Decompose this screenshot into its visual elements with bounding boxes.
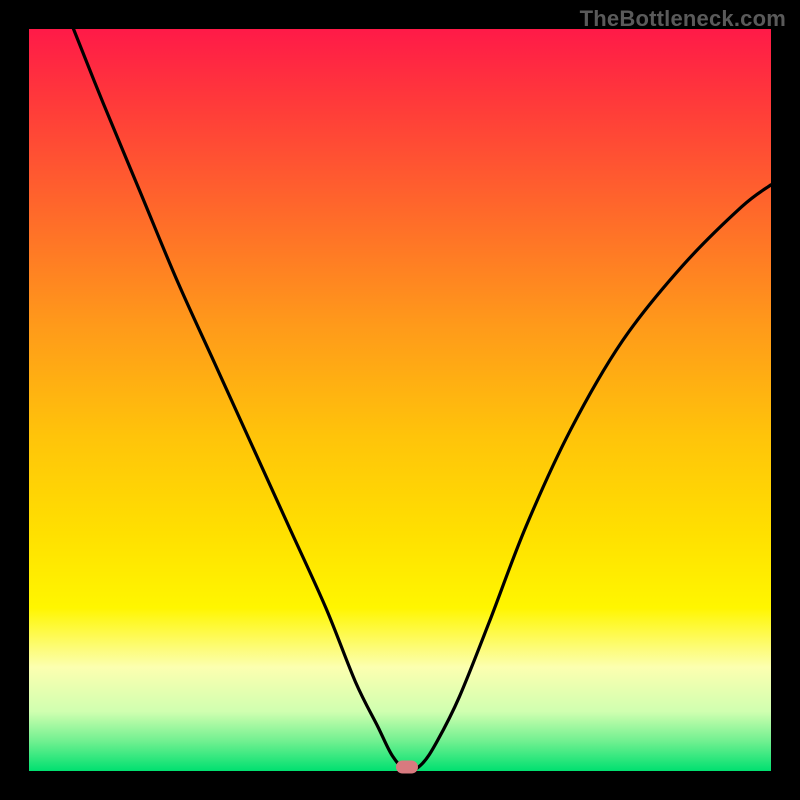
watermark-text: TheBottleneck.com — [580, 6, 786, 32]
optimum-marker — [396, 761, 418, 774]
chart-frame: TheBottleneck.com — [0, 0, 800, 800]
plot-area — [29, 29, 771, 771]
bottleneck-curve — [29, 29, 771, 771]
